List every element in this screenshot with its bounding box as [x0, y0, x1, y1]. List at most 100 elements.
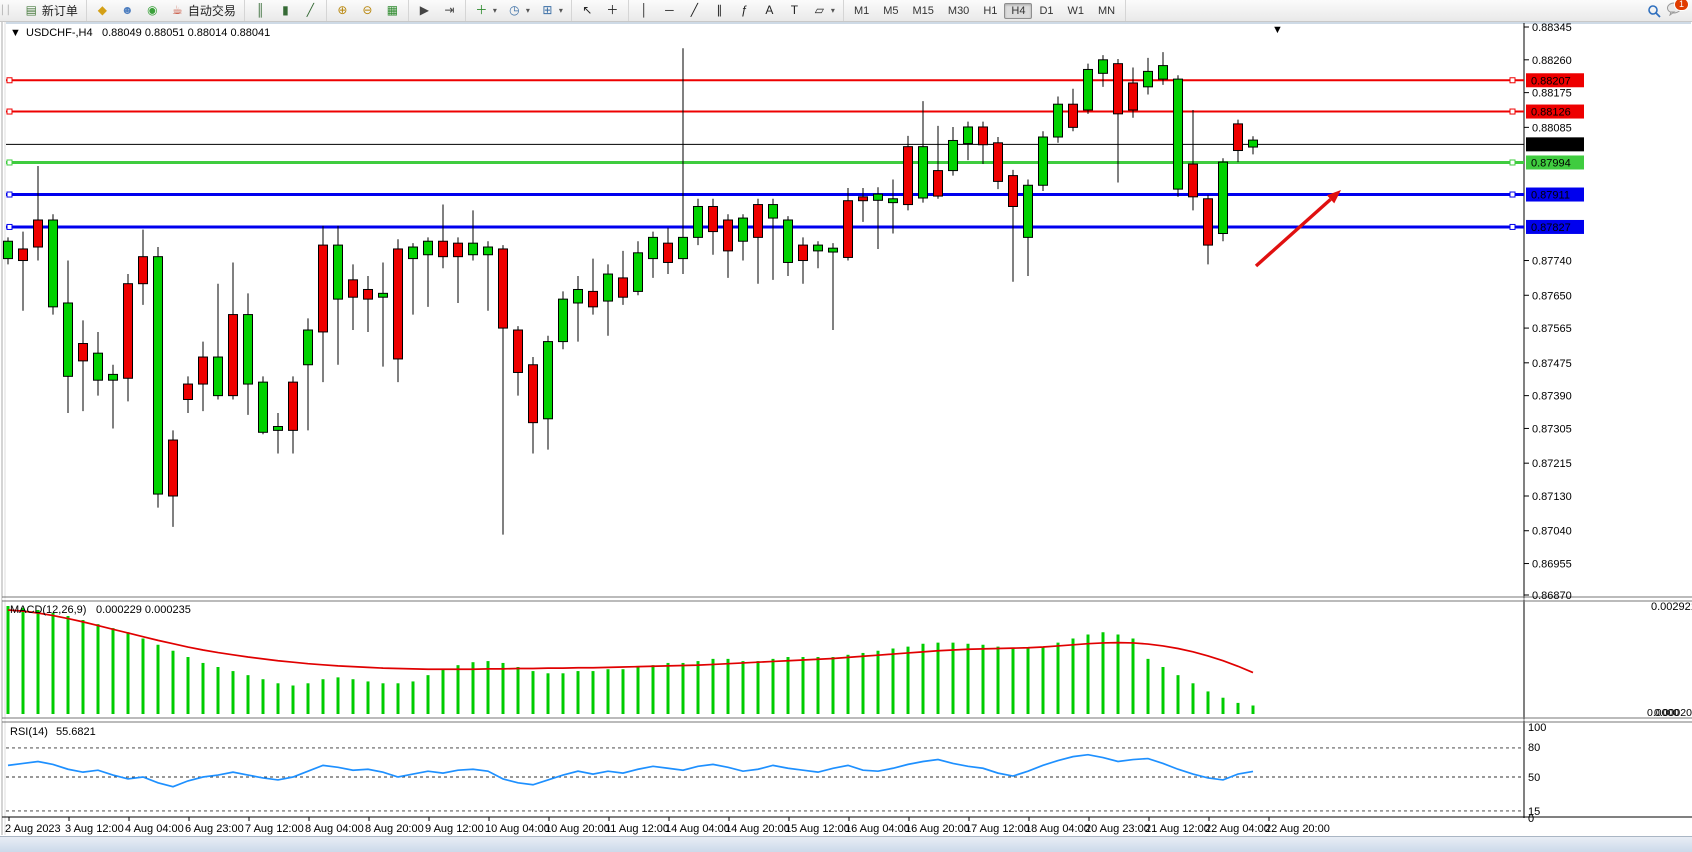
candle-body	[379, 293, 388, 297]
timeframe-w1[interactable]: W1	[1061, 3, 1092, 19]
bar-chart-icon[interactable]: ║	[248, 1, 273, 20]
candle-body	[49, 220, 58, 307]
candle-body	[94, 353, 103, 380]
macd-signal-line	[8, 610, 1253, 673]
candle-body	[574, 289, 583, 303]
signal-icon[interactable]: ◉	[140, 1, 165, 20]
chevron-down-icon: ▾	[493, 6, 497, 15]
rsi-axis-label: 80	[1528, 742, 1540, 754]
candle-body	[649, 237, 658, 258]
toolbar-drag-handle[interactable]: ▏▏	[2, 5, 14, 16]
candle-body	[19, 249, 28, 261]
candle-body	[154, 257, 163, 494]
candle-body	[334, 245, 343, 299]
scroll-to-end-marker[interactable]: ▼	[1272, 24, 1283, 36]
templates-icon: ⊞	[540, 3, 555, 18]
line-end-marker[interactable]	[7, 224, 12, 229]
tile-windows-icon[interactable]: ▦	[380, 1, 405, 20]
timeframe-d1[interactable]: D1	[1032, 3, 1060, 19]
candlestick-chart-icon[interactable]: ▮	[273, 1, 298, 20]
candlestick-chart-icon: ▮	[278, 3, 293, 18]
shapes-icon: ▱	[812, 3, 827, 18]
profile-icon[interactable]: ☻	[115, 1, 140, 20]
candle-body	[619, 278, 628, 297]
zoom-out-icon[interactable]: ⊖	[355, 1, 380, 20]
chart-shift-icon[interactable]: ⇥	[437, 1, 462, 20]
price-badge-label: 0.87911	[1531, 190, 1570, 202]
fibonacci-icon[interactable]: ƒ	[732, 1, 757, 20]
line-end-marker[interactable]	[7, 109, 12, 114]
rsi-axis-label: 0	[1528, 813, 1534, 825]
horizontal-line-icon[interactable]: ─	[657, 1, 682, 20]
timeframe-m5[interactable]: M5	[876, 3, 905, 19]
chart-canvas[interactable]: 0.0029210.00000.000206 1008050150 0.8820…	[0, 22, 1692, 835]
line-end-marker[interactable]	[1510, 224, 1515, 229]
price-badge-label: 0.88041	[1531, 139, 1571, 151]
time-tick-label: 22 Aug 20:00	[1265, 823, 1330, 835]
candle-body	[529, 365, 538, 423]
candle-body	[709, 206, 718, 231]
shapes-icon[interactable]: ▱▾	[807, 1, 840, 20]
rsi-label: RSI(14)	[10, 726, 48, 738]
line-end-marker[interactable]	[1510, 109, 1515, 114]
time-tick-label: 7 Aug 12:00	[245, 823, 304, 835]
price-tick-label: 0.87130	[1532, 491, 1572, 503]
zoom-in-icon[interactable]: ⊕	[330, 1, 355, 20]
rsi-axis-label: 100	[1528, 722, 1546, 734]
chart-window: 0.0029210.00000.000206 1008050150 0.8820…	[0, 22, 1692, 835]
price-tick-label: 0.87565	[1532, 323, 1572, 335]
timeframe-h1[interactable]: H1	[976, 3, 1004, 19]
timeframe-mn[interactable]: MN	[1091, 3, 1122, 19]
candle-body	[964, 127, 973, 144]
macd-axis-bottom: 0.000206	[1654, 707, 1692, 719]
candle-body	[259, 382, 268, 432]
chevron-down-icon: ▾	[559, 6, 563, 15]
search-icon[interactable]	[1642, 2, 1666, 20]
publish-icon[interactable]: ◆	[90, 1, 115, 20]
candle-body	[1069, 104, 1078, 127]
line-end-marker[interactable]	[1510, 192, 1515, 197]
magnifier-glyph	[1647, 4, 1661, 18]
new-order-button[interactable]: ▤新订单	[19, 0, 83, 21]
timeframe-m1[interactable]: M1	[847, 3, 876, 19]
text-icon[interactable]: A	[757, 1, 782, 20]
line-end-marker[interactable]	[7, 78, 12, 83]
zoom-out-icon: ⊖	[360, 3, 375, 18]
macd-label: MACD(12,26,9)	[10, 604, 86, 616]
price-tick-label: 0.87305	[1532, 423, 1572, 435]
crosshair-icon[interactable]: ＋	[600, 1, 625, 20]
periods-icon[interactable]: ◷▾	[502, 1, 535, 20]
crosshair-icon: ＋	[605, 3, 620, 18]
price-tick-label: 0.87650	[1532, 290, 1572, 302]
auto-scroll-icon[interactable]: ▶	[412, 1, 437, 20]
line-end-marker[interactable]	[7, 160, 12, 165]
chat-button[interactable]: 1	[1666, 2, 1682, 19]
candle-body	[214, 357, 223, 396]
price-badge-label: 0.88207	[1531, 75, 1571, 87]
indicators-icon[interactable]: ＋▾	[469, 1, 502, 20]
price-tick-label: 0.87740	[1532, 256, 1572, 268]
line-end-marker[interactable]	[1510, 78, 1515, 83]
timeframe-m15[interactable]: M15	[906, 3, 941, 19]
autotrade-button[interactable]: ☕自动交易	[165, 0, 241, 21]
vertical-line-icon[interactable]: │	[632, 1, 657, 20]
templates-icon[interactable]: ⊞▾	[535, 1, 568, 20]
candle-body	[844, 201, 853, 258]
candle-body	[1054, 104, 1063, 137]
timeframe-h4[interactable]: H4	[1004, 3, 1032, 19]
line-chart-icon[interactable]: ╱	[298, 1, 323, 20]
line-end-marker[interactable]	[1510, 160, 1515, 165]
time-tick-label: 18 Aug 04:00	[1025, 823, 1090, 835]
candle-body	[424, 241, 433, 255]
time-tick-label: 20 Aug 23:00	[1085, 823, 1150, 835]
line-end-marker[interactable]	[7, 192, 12, 197]
equidistant-channel-icon[interactable]: ∥	[707, 1, 732, 20]
main-toolbar: ▏▏ ▤新订单◆☻◉☕自动交易║▮╱⊕⊖▦▶⇥＋▾◷▾⊞▾↖＋│─╱∥ƒAT▱▾…	[0, 0, 1692, 22]
chart-menu-triangle[interactable]: ▼	[10, 27, 21, 39]
label-icon[interactable]: T	[782, 1, 807, 20]
timeframe-m30[interactable]: M30	[941, 3, 976, 19]
bar-chart-icon: ║	[253, 3, 268, 18]
time-tick-label: 10 Aug 04:00	[485, 823, 550, 835]
trendline-icon[interactable]: ╱	[682, 1, 707, 20]
cursor-icon[interactable]: ↖	[575, 1, 600, 20]
